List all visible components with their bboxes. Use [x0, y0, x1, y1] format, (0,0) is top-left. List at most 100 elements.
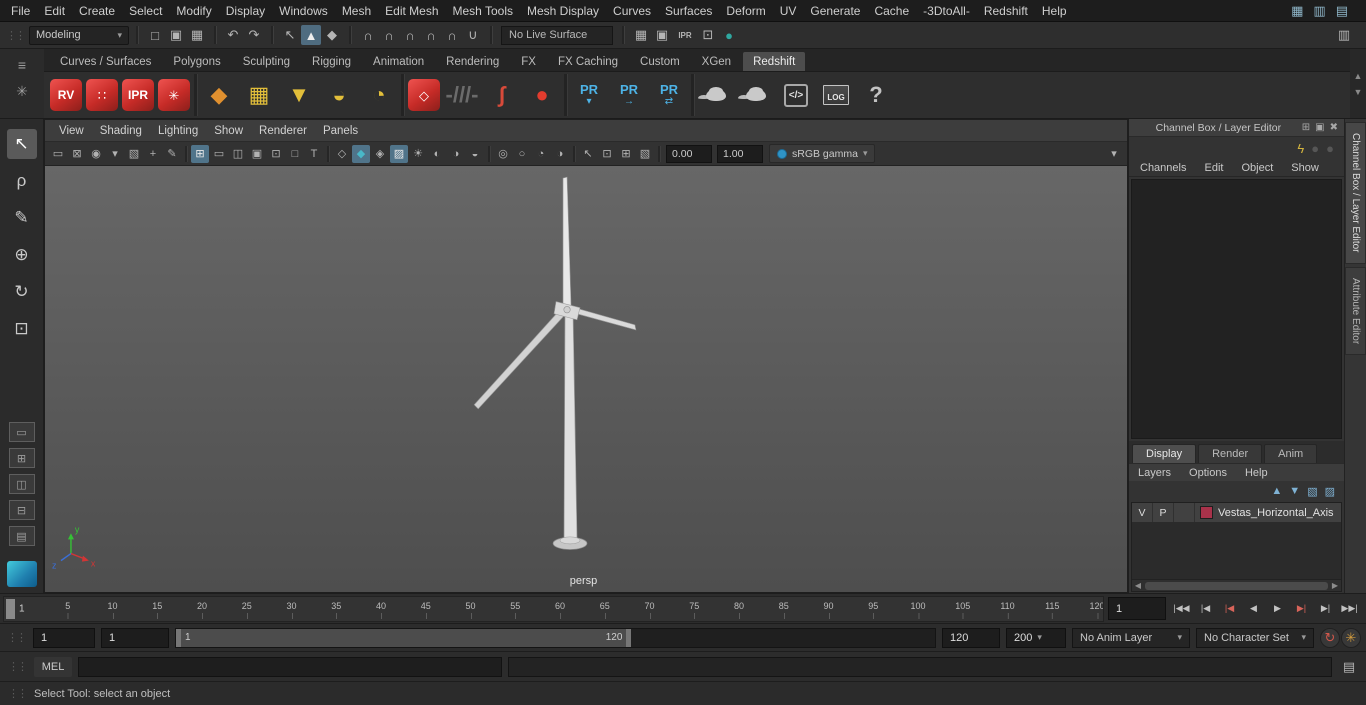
viewport-canvas[interactable]: y x z persp — [45, 166, 1127, 592]
select-context-icon[interactable]: ↖ — [579, 145, 597, 163]
rs-script-icon[interactable]: </> — [778, 76, 814, 114]
xray-joints-icon[interactable]: ◔ — [532, 145, 550, 163]
channel-box-menu-item[interactable]: Edit — [1195, 162, 1232, 174]
viewport-menu-item[interactable]: Panels — [315, 123, 366, 139]
viewport-menu-item[interactable]: Show — [206, 123, 251, 139]
menu-item[interactable]: Create — [72, 2, 122, 20]
layer-editor-tab[interactable]: Display — [1132, 444, 1196, 463]
shelf-menu-icon[interactable]: ≡ — [18, 57, 26, 73]
wireframe-icon[interactable]: ◇ — [333, 145, 351, 163]
shelf-separator[interactable] — [194, 74, 197, 116]
live-surface-field[interactable]: No Live Surface — [501, 26, 613, 45]
2d-pan-zoom-icon[interactable]: + — [144, 145, 162, 163]
drag-handle-icon[interactable]: ⋮⋮ — [5, 631, 27, 644]
menu-item[interactable]: Deform — [719, 2, 772, 20]
gate-mask-icon[interactable]: ▣ — [248, 145, 266, 163]
shelf-tab[interactable]: Polygons — [163, 52, 230, 71]
workspace-docking-icon[interactable]: ▦ — [1291, 4, 1303, 17]
rs-material-teapot-icon[interactable] — [698, 76, 734, 114]
scroll-left-icon[interactable]: ◀ — [1132, 581, 1144, 590]
open-scene-icon[interactable]: ▣ — [166, 25, 186, 45]
snap-to-grid-icon[interactable]: ∩ — [358, 25, 378, 45]
shelf-separator[interactable] — [691, 74, 694, 116]
rs-help-icon[interactable]: ? — [858, 76, 894, 114]
character-set-dropdown[interactable]: No Character Set ▾ — [1196, 628, 1314, 648]
new-scene-icon[interactable]: □ — [145, 25, 165, 45]
normal-state-icon[interactable]: ● — [1311, 142, 1319, 155]
layer-editor-menu-item[interactable]: Help — [1236, 467, 1277, 479]
new-empty-layer-icon[interactable]: ▧ — [1307, 485, 1317, 498]
move-tool[interactable]: ⊕ — [7, 240, 37, 270]
resolution-gate-icon[interactable]: ◫ — [229, 145, 247, 163]
drag-handle-icon[interactable]: ⋮⋮ — [4, 29, 26, 42]
shelf-tab[interactable]: Sculpting — [233, 52, 300, 71]
channel-list-area[interactable] — [1131, 179, 1342, 439]
script-editor-icon[interactable]: ▤ — [1338, 657, 1360, 677]
rs-ipr-icon[interactable]: IPR — [122, 79, 154, 111]
animation-start-field[interactable]: 1 — [33, 628, 95, 648]
playback-end-field[interactable]: 120 — [942, 628, 1000, 648]
screen-space-ao-icon[interactable]: ◑ — [447, 145, 465, 163]
move-layer-up-icon[interactable]: ▲ — [1271, 485, 1282, 497]
select-by-component-icon[interactable]: ◆ — [322, 25, 342, 45]
wireframe-on-shaded-icon[interactable]: ◈ — [371, 145, 389, 163]
shelf-scroll-up-icon[interactable]: ▲ — [1354, 71, 1363, 81]
layer-playback-toggle[interactable]: P — [1153, 503, 1174, 522]
scale-tool[interactable]: ⊡ — [7, 314, 37, 344]
layer-display-type-cell[interactable] — [1174, 503, 1195, 522]
shelf-tab[interactable]: XGen — [692, 52, 741, 71]
xray-icon[interactable]: ○ — [513, 145, 531, 163]
lights-icon[interactable]: ☀ — [409, 145, 427, 163]
lock-camera-icon[interactable]: ⊠ — [68, 145, 86, 163]
shelf-tab[interactable]: FX — [511, 52, 546, 71]
exposure-field[interactable]: 0.00 — [666, 145, 712, 163]
layer-editor-menu-item[interactable]: Options — [1180, 467, 1236, 479]
bookmark-view-icon[interactable]: ▾ — [106, 145, 124, 163]
menu-item[interactable]: Surfaces — [658, 2, 719, 20]
shelf-tab[interactable]: Rigging — [302, 52, 361, 71]
step-back-key-button[interactable]: |◀ — [1218, 597, 1241, 620]
anim-layer-dropdown[interactable]: No Anim Layer ▾ — [1072, 628, 1190, 648]
rs-hair-icon[interactable]: ∫ — [484, 76, 520, 114]
dock-icon[interactable]: ⊞ — [1302, 122, 1310, 133]
open-render-view-icon[interactable]: ▦ — [631, 25, 651, 45]
single-pane-layout[interactable]: ▭ — [9, 422, 35, 442]
field-chart-icon[interactable]: ⊡ — [267, 145, 285, 163]
rs-render-settings-icon[interactable]: ✳ — [158, 79, 190, 111]
animation-end-field[interactable]: 200 ▾ — [1006, 628, 1066, 648]
grid-icon[interactable]: ⊞ — [191, 145, 209, 163]
workspace-panels-icon[interactable]: ▤ — [1336, 4, 1348, 17]
select-tool[interactable]: ↖ — [7, 129, 37, 159]
menu-item[interactable]: Edit Mesh — [378, 2, 445, 20]
menu-item[interactable]: UV — [773, 2, 804, 20]
menu-set-selector[interactable]: Modeling ▾ — [29, 26, 129, 45]
exposure-icon[interactable]: ◑ — [551, 145, 569, 163]
textured-icon[interactable]: ▨ — [390, 145, 408, 163]
shelf-tab[interactable]: FX Caching — [548, 52, 628, 71]
render-settings-icon[interactable]: ⊡ — [698, 25, 718, 45]
rs-dome-light-icon[interactable]: ◒ — [321, 76, 357, 114]
menu-item[interactable]: Windows — [272, 2, 335, 20]
menu-item[interactable]: Mesh Display — [520, 2, 606, 20]
snap-to-view-plane-icon[interactable]: ∩ — [442, 25, 462, 45]
paint-select-tool[interactable]: ✎ — [7, 203, 37, 233]
make-live-icon[interactable]: ∪ — [463, 25, 483, 45]
rs-shader-teapot-icon[interactable] — [738, 76, 774, 114]
redo-icon[interactable]: ↷ — [244, 25, 264, 45]
command-line-language-button[interactable]: MEL — [34, 657, 72, 677]
range-slider-bar[interactable]: 1 120 — [176, 629, 631, 647]
range-slider-track[interactable]: 1 120 — [175, 628, 936, 648]
panel-menu-icon[interactable]: ▾ — [1105, 145, 1123, 163]
rs-curve-icon[interactable]: -///- — [444, 76, 480, 114]
custom-pane-layout[interactable]: ▤ — [9, 526, 35, 546]
rs-volume-icon[interactable]: ◇ — [408, 79, 440, 111]
shelf-tab[interactable]: Curves / Surfaces — [50, 52, 161, 71]
move-layer-down-icon[interactable]: ▼ — [1289, 485, 1300, 497]
channel-box-menu-item[interactable]: Object — [1232, 162, 1282, 174]
shelf-scroll-down-icon[interactable]: ▼ — [1354, 87, 1363, 97]
shelf-tab[interactable]: Custom — [630, 52, 690, 71]
menu-item[interactable]: Mesh — [335, 2, 378, 20]
layer-editor-menu-item[interactable]: Layers — [1129, 467, 1180, 479]
scroll-right-icon[interactable]: ▶ — [1329, 581, 1341, 590]
four-pane-layout[interactable]: ⊞ — [9, 448, 35, 468]
